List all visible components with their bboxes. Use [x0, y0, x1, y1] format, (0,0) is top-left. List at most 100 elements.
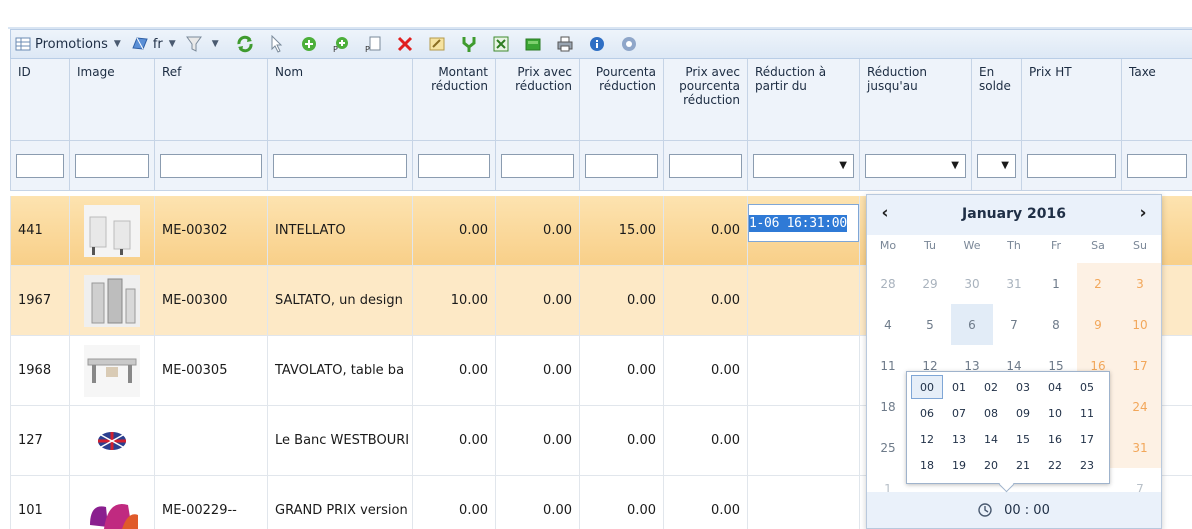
calendar-day[interactable]: 29 [909, 263, 951, 304]
cell-id: 441 [11, 196, 70, 266]
print-button[interactable] [556, 35, 574, 53]
add-button[interactable] [300, 35, 318, 53]
hour-row: 06 07 08 09 10 11 [911, 401, 1105, 427]
filter-ref-input[interactable] [160, 153, 262, 178]
hour-option[interactable]: 18 [911, 453, 943, 477]
header-reduction-from[interactable]: Réduction à partir du [748, 59, 860, 141]
filter-prix-red-input[interactable] [501, 153, 574, 178]
hour-option[interactable]: 22 [1039, 453, 1071, 477]
hour-option[interactable]: 06 [911, 401, 943, 425]
header-montant-reduction[interactable]: Montant réduction [413, 59, 496, 141]
hour-option[interactable]: 13 [943, 427, 975, 451]
filter-reduction-from-select[interactable]: ▼ [753, 153, 854, 178]
calendar-day[interactable]: 28 [867, 263, 909, 304]
refresh-button[interactable] [236, 35, 254, 53]
calendar-day[interactable]: 30 [951, 263, 993, 304]
date-picker-title[interactable]: January 2016 [867, 206, 1161, 222]
merge-button[interactable] [460, 35, 478, 53]
header-taxe[interactable]: Taxe [1122, 59, 1192, 141]
filter-button[interactable]: ▼ [185, 33, 223, 55]
filter-pourcent-input[interactable] [585, 153, 658, 178]
language-selector[interactable]: fr ▼ [131, 33, 180, 55]
calendar-day[interactable]: 1 [1035, 263, 1077, 304]
next-month-icon[interactable]: › [1133, 203, 1153, 223]
cell-ref: ME-00305 [155, 336, 268, 406]
calendar-day[interactable]: 10 [1119, 304, 1161, 345]
filter-taxe-input[interactable] [1127, 153, 1187, 178]
header-pourcentage-reduction[interactable]: Pourcenta réduction [580, 59, 664, 141]
header-en-solde[interactable]: En solde [972, 59, 1022, 141]
hour-option[interactable]: 08 [975, 401, 1007, 425]
filter-montant-input[interactable] [418, 153, 490, 178]
calendar-day[interactable]: 17 [1119, 345, 1161, 386]
filter-id-input[interactable] [16, 153, 64, 178]
select-button[interactable] [268, 35, 286, 53]
hour-option-selected[interactable]: 00 [911, 375, 943, 399]
hour-option[interactable]: 02 [975, 375, 1007, 399]
calendar-day[interactable]: 11 [867, 345, 909, 386]
add-product-button[interactable]: P [332, 35, 350, 53]
hour-option[interactable]: 12 [911, 427, 943, 451]
calendar-day[interactable]: 8 [1035, 304, 1077, 345]
edit-icon [429, 37, 445, 51]
delete-button[interactable] [396, 35, 414, 53]
header-image[interactable]: Image [70, 59, 155, 141]
calendar-day[interactable]: 31 [993, 263, 1035, 304]
help-button[interactable] [620, 35, 638, 53]
hour-option[interactable]: 10 [1039, 401, 1071, 425]
edit-button[interactable] [428, 35, 446, 53]
export-button[interactable] [524, 35, 542, 53]
shop-selector[interactable]: Promotions ▼ [15, 33, 125, 55]
calendar-day[interactable]: 25 [867, 427, 909, 468]
toolbar: Promotions ▼ fr ▼ ▼ P P [10, 29, 1192, 59]
cell-image [70, 406, 155, 476]
calendar-day[interactable]: 24 [1119, 386, 1161, 427]
hour-option[interactable]: 09 [1007, 401, 1039, 425]
hour-option[interactable]: 23 [1071, 453, 1103, 477]
hour-option[interactable]: 20 [975, 453, 1007, 477]
hour-option[interactable]: 16 [1039, 427, 1071, 451]
calendar-day[interactable]: 18 [867, 386, 909, 427]
calendar-day-selected[interactable]: 6 [951, 304, 993, 345]
time-toggle[interactable]: 00 : 00 [867, 492, 1161, 528]
weekday-label: Mo [879, 239, 897, 252]
cell-prix-pct: 0.00 [664, 336, 748, 406]
hour-option[interactable]: 05 [1071, 375, 1103, 399]
filter-prix-ht-input[interactable] [1027, 153, 1116, 178]
header-nom[interactable]: Nom [268, 59, 413, 141]
filter-image-input[interactable] [75, 153, 149, 178]
header-prix-avec-pourcentage[interactable]: Prix avec pourcenta réduction [664, 59, 748, 141]
calendar-day[interactable]: 3 [1119, 263, 1161, 304]
cell-id: 101 [11, 476, 70, 529]
header-id[interactable]: ID [11, 59, 70, 141]
calendar-day[interactable]: 5 [909, 304, 951, 345]
calendar-day[interactable]: 4 [867, 304, 909, 345]
hour-option[interactable]: 04 [1039, 375, 1071, 399]
duplicate-button[interactable]: P [364, 35, 382, 53]
calendar-day[interactable]: 2 [1077, 263, 1119, 304]
info-button[interactable] [588, 35, 606, 53]
hour-option[interactable]: 03 [1007, 375, 1039, 399]
filter-reduction-to-select[interactable]: ▼ [865, 153, 966, 178]
calendar-day[interactable]: 7 [993, 304, 1035, 345]
filter-prix-pct-input[interactable] [669, 153, 742, 178]
calendar-day[interactable]: 31 [1119, 427, 1161, 468]
export-excel-button[interactable] [492, 35, 510, 53]
header-prix-avec-reduction[interactable]: Prix avec réduction [496, 59, 580, 141]
hour-option[interactable]: 07 [943, 401, 975, 425]
reduction-from-editor[interactable]: 1-06 16:31:00 [748, 204, 859, 242]
header-reduction-to[interactable]: Réduction jusqu'au [860, 59, 972, 141]
hour-option[interactable]: 11 [1071, 401, 1103, 425]
time-value: 00 : 00 [1004, 502, 1050, 518]
hour-option[interactable]: 14 [975, 427, 1007, 451]
hour-option[interactable]: 01 [943, 375, 975, 399]
hour-option[interactable]: 17 [1071, 427, 1103, 451]
header-prix-ht[interactable]: Prix HT [1022, 59, 1122, 141]
filter-en-solde-select[interactable]: ▼ [977, 153, 1016, 178]
hour-option[interactable]: 15 [1007, 427, 1039, 451]
hour-option[interactable]: 19 [943, 453, 975, 477]
hour-option[interactable]: 21 [1007, 453, 1039, 477]
calendar-day[interactable]: 9 [1077, 304, 1119, 345]
header-ref[interactable]: Ref [155, 59, 268, 141]
filter-nom-input[interactable] [273, 153, 407, 178]
